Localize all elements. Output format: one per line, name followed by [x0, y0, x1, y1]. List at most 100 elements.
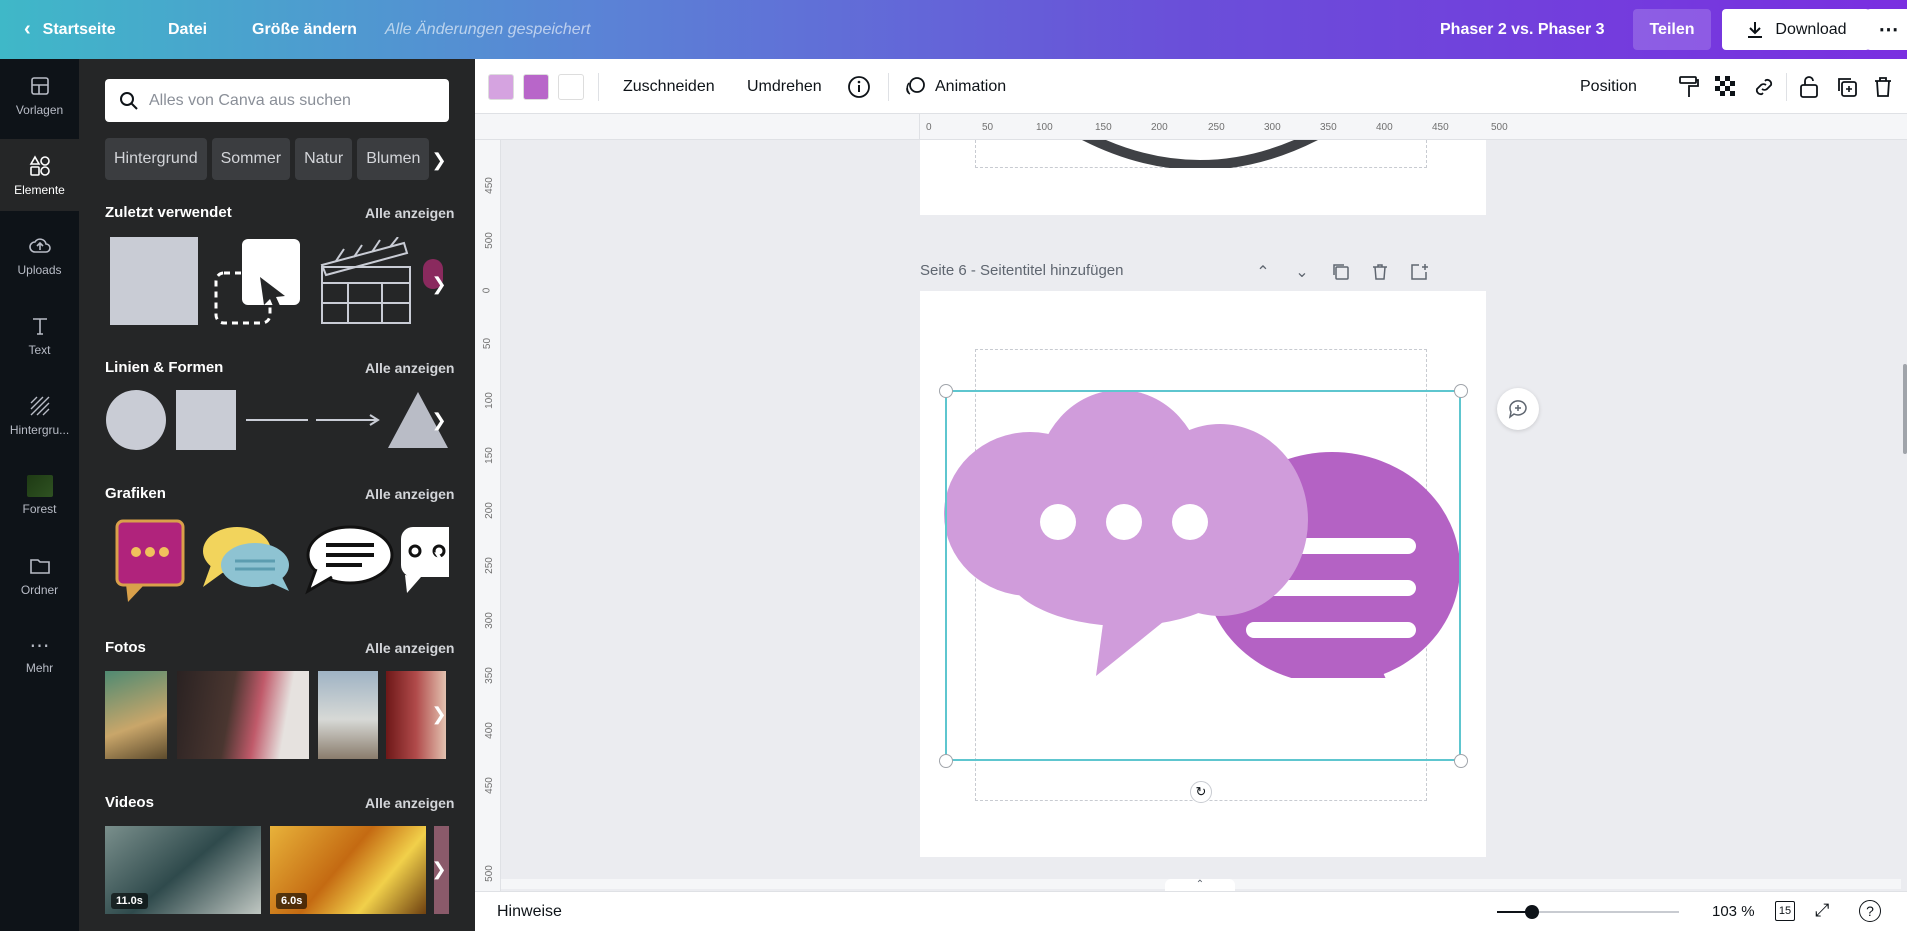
ruler-tick: 250 — [1208, 122, 1225, 133]
duplicate-page-icon[interactable] — [1331, 262, 1351, 282]
shapes-next-button[interactable]: ❯ — [429, 405, 449, 435]
color-swatch-light-purple[interactable] — [488, 74, 514, 100]
shape-arrow-line[interactable] — [316, 413, 382, 427]
recent-item-clapperboard[interactable] — [318, 237, 414, 327]
notes-expand-handle[interactable]: ⌃ — [1165, 879, 1235, 891]
see-all-shapes[interactable]: Alle anzeigen — [365, 360, 454, 376]
page-header-separator: - — [966, 262, 981, 279]
graphic-magenta-chat-bubble[interactable] — [114, 518, 186, 604]
photo-thumbnail[interactable] — [318, 671, 378, 759]
page-count-badge[interactable]: 15 — [1775, 901, 1795, 921]
shape-circle[interactable] — [106, 390, 166, 450]
design-page[interactable]: ↻ — [920, 291, 1486, 857]
resize-handle[interactable] — [939, 384, 953, 398]
duplicate-icon — [1838, 77, 1857, 97]
chips-next-button[interactable]: ❯ — [429, 145, 449, 175]
ruler-tick: 450 — [483, 177, 495, 194]
rail-item-elements[interactable]: Elemente — [0, 139, 79, 211]
format-painter-button[interactable] — [1678, 59, 1700, 114]
video-thumbnail[interactable]: 6.0s — [270, 826, 426, 914]
color-swatch-white[interactable] — [558, 74, 584, 100]
fullscreen-icon[interactable]: ⤢ — [1815, 900, 1829, 921]
chip-natur[interactable]: Natur — [295, 138, 353, 180]
zoom-slider-thumb[interactable] — [1525, 905, 1539, 919]
see-all-graphics[interactable]: Alle anzeigen — [365, 486, 454, 502]
add-comment-button[interactable] — [1497, 388, 1539, 430]
download-button[interactable]: Download — [1722, 9, 1870, 50]
move-page-down-icon[interactable]: ⌄ — [1292, 262, 1312, 282]
photo-thumbnail[interactable] — [177, 671, 309, 759]
resize-handle[interactable] — [1454, 384, 1468, 398]
shape-square[interactable] — [176, 390, 236, 450]
animation-label: Animation — [935, 77, 1007, 95]
rail-label: Mehr — [25, 660, 54, 675]
rail-label: Vorlagen — [15, 102, 64, 117]
zoom-slider[interactable] — [1497, 905, 1679, 919]
photo-thumbnail[interactable] — [105, 671, 167, 759]
graphic-yellow-blue-bubbles[interactable] — [201, 525, 293, 593]
see-all-videos[interactable]: Alle anzeigen — [365, 795, 454, 811]
rail-item-text[interactable]: Text — [0, 299, 79, 371]
rail-item-folder[interactable]: Ordner — [0, 539, 79, 611]
vertical-scrollbar[interactable] — [1903, 364, 1907, 454]
animation-button[interactable]: Animation — [903, 59, 1006, 114]
download-icon — [1748, 21, 1763, 38]
rail-item-uploads[interactable]: Uploads — [0, 219, 79, 291]
page-controls: ⌃ ⌄ — [1253, 262, 1429, 282]
duplicate-button[interactable] — [1836, 59, 1858, 114]
previous-page[interactable] — [920, 140, 1486, 215]
zoom-level[interactable]: 103 % — [1712, 903, 1755, 920]
recent-item-square[interactable] — [110, 237, 198, 325]
page-header[interactable]: Seite 6 - Seitentitel hinzufügen — [920, 262, 1123, 279]
add-page-icon[interactable] — [1409, 262, 1429, 282]
crop-button[interactable]: Zuschneiden — [623, 59, 715, 114]
link-button[interactable] — [1752, 59, 1776, 114]
resize-handle[interactable] — [1454, 754, 1468, 768]
shape-line[interactable] — [246, 419, 308, 421]
rail-item-more[interactable]: ⋯ Mehr — [0, 619, 79, 691]
chip-hintergrund[interactable]: Hintergrund — [105, 138, 207, 180]
notes-button[interactable]: Hinweise — [497, 903, 562, 921]
side-rail: Vorlagen Elemente Uploads Text Hintergru… — [0, 59, 79, 931]
videos-next-button[interactable]: ❯ — [429, 854, 449, 884]
file-menu[interactable]: Datei — [168, 0, 207, 59]
transparency-button[interactable] — [1715, 59, 1737, 114]
photos-next-button[interactable]: ❯ — [429, 699, 449, 729]
resize-handle[interactable] — [939, 754, 953, 768]
info-button[interactable] — [847, 59, 871, 114]
delete-page-icon[interactable] — [1370, 262, 1390, 282]
recent-next-button[interactable]: ❯ — [429, 269, 449, 299]
chip-sommer[interactable]: Sommer — [211, 138, 291, 180]
lock-button[interactable] — [1798, 59, 1820, 114]
more-options-button[interactable]: ⋯ — [1866, 9, 1907, 50]
flip-button[interactable]: Umdrehen — [747, 59, 822, 114]
move-page-up-icon[interactable]: ⌃ — [1253, 262, 1273, 282]
search-input[interactable]: Alles von Canva aus suchen — [149, 92, 351, 110]
recent-item-hand-click[interactable] — [212, 237, 304, 327]
position-button[interactable]: Position — [1580, 59, 1637, 114]
search-box[interactable]: Alles von Canva aus suchen — [105, 79, 449, 122]
suggestion-chips: Hintergrund Sommer Natur Blumen — [105, 138, 449, 180]
graphics-next-button[interactable]: ❯ — [429, 545, 449, 575]
help-icon[interactable]: ? — [1859, 900, 1881, 922]
home-link[interactable]: ‹ Startseite — [24, 0, 116, 59]
graphic-white-speech-bubble[interactable] — [304, 525, 394, 595]
resize-menu[interactable]: Größe ändern — [252, 0, 357, 59]
delete-button[interactable] — [1873, 59, 1893, 114]
color-swatch-purple[interactable] — [523, 74, 549, 100]
document-title[interactable]: Phaser 2 vs. Phaser 3 — [1440, 0, 1605, 59]
more-dots-icon: ⋯ — [29, 634, 50, 657]
rail-item-background[interactable]: Hintergru... — [0, 379, 79, 451]
ruler-tick: 0 — [926, 122, 932, 133]
rail-item-templates[interactable]: Vorlagen — [0, 59, 79, 131]
video-thumbnail[interactable]: 11.0s — [105, 826, 261, 914]
download-label: Download — [1775, 20, 1847, 38]
rail-label: Text — [28, 342, 51, 357]
see-all-recent[interactable]: Alle anzeigen — [365, 205, 454, 221]
chip-blumen[interactable]: Blumen — [357, 138, 430, 180]
share-button[interactable]: Teilen — [1633, 9, 1711, 50]
rail-item-forest[interactable]: Forest — [0, 459, 79, 531]
rotate-handle[interactable]: ↻ — [1190, 781, 1212, 803]
page-title-input[interactable]: Seitentitel hinzufügen — [980, 262, 1123, 279]
see-all-photos[interactable]: Alle anzeigen — [365, 640, 454, 656]
